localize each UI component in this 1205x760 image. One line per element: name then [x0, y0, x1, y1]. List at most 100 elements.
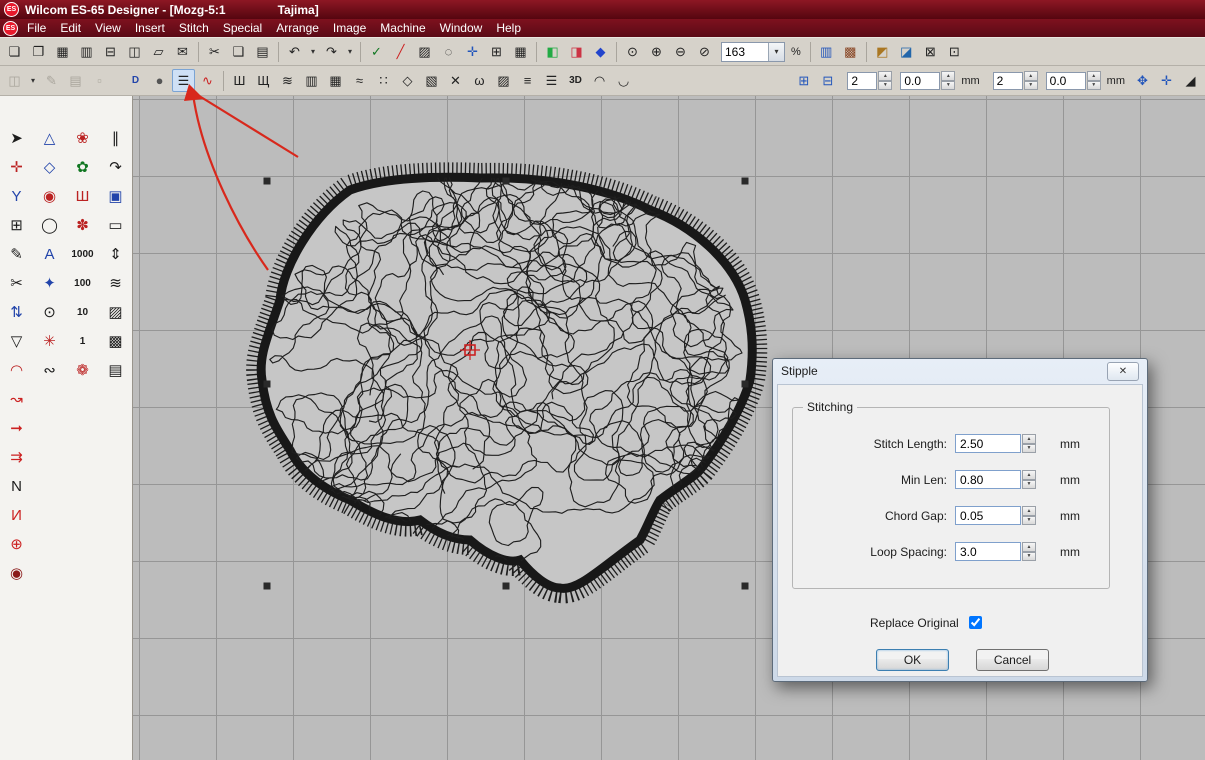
menu-item-insert[interactable]: Insert	[128, 20, 172, 36]
export-machine-file-button[interactable]: ▱	[147, 40, 170, 63]
hatch-tool[interactable]: ∥	[102, 126, 129, 151]
show-grid-button[interactable]: ▩	[839, 40, 862, 63]
zoom-out-button[interactable]: ⊖	[669, 40, 692, 63]
print-preview-button[interactable]: ◫	[123, 40, 146, 63]
menu-item-machine[interactable]: Machine	[373, 20, 432, 36]
chord-gap-spinner[interactable]: ▲ ▼	[1022, 506, 1036, 525]
outline-count-input[interactable]	[847, 72, 877, 90]
arch-distort-button[interactable]: ◠	[588, 69, 611, 92]
border-count-input[interactable]	[993, 72, 1023, 90]
placeholder-button[interactable]: ▫	[88, 69, 111, 92]
cut-button[interactable]: ✂	[203, 40, 226, 63]
stitch-length-100-tool[interactable]: 100	[69, 271, 96, 296]
selection-handle[interactable]	[264, 381, 271, 388]
menu-item-view[interactable]: View	[88, 20, 128, 36]
target-tool[interactable]: ◉	[36, 184, 63, 209]
color-film-tool[interactable]: ▣	[102, 184, 129, 209]
grid-reference-button[interactable]: ⊞	[485, 40, 508, 63]
satin-stitch-button[interactable]: ▨	[413, 40, 436, 63]
contour-fill-button[interactable]: ◇	[396, 69, 419, 92]
overview-window-button[interactable]: ▥	[815, 40, 838, 63]
exit-point-tool[interactable]: ◉	[3, 561, 30, 586]
satin-fill-button[interactable]: ▧	[420, 69, 443, 92]
double-run-tool[interactable]: ⇉	[3, 445, 30, 470]
zoom-input[interactable]	[722, 45, 768, 59]
dot-fill-button[interactable]: ∷	[372, 69, 395, 92]
edit-object-button[interactable]: ✎	[40, 69, 63, 92]
menu-item-window[interactable]: Window	[433, 20, 490, 36]
entry-point-tool[interactable]: ⊕	[3, 532, 30, 557]
confirm-button[interactable]: ✓	[365, 40, 388, 63]
save-design-button[interactable]: ▦	[51, 40, 74, 63]
close-icon[interactable]: ✕	[1107, 362, 1139, 381]
layered-lines-button[interactable]: ☰	[540, 69, 563, 92]
cancel-button[interactable]: Cancel	[976, 649, 1049, 671]
open-design-button[interactable]: ❐	[27, 40, 50, 63]
design-properties-button[interactable]: ◫	[3, 69, 26, 92]
ellipse-tool[interactable]: ◯	[36, 213, 63, 238]
crosshair-button[interactable]: ✛	[461, 40, 484, 63]
select-tool[interactable]: ➤	[3, 126, 30, 151]
selection-handle[interactable]	[503, 178, 510, 185]
dock-view-button[interactable]: ⊡	[943, 40, 966, 63]
n-stitch-tool[interactable]: Ν	[3, 474, 30, 499]
selection-handle[interactable]	[264, 178, 271, 185]
dialog-title-bar[interactable]: Stipple ✕	[773, 359, 1147, 383]
fringe-tool[interactable]: Ш	[69, 184, 96, 209]
grid-lock-button[interactable]: ⊟	[816, 69, 839, 92]
zoom-box-button[interactable]: ⊙	[621, 40, 644, 63]
line-fill-button[interactable]: ≡	[516, 69, 539, 92]
star-stitch-tool[interactable]: ✽	[69, 213, 96, 238]
ornament-tool[interactable]: ✦	[36, 271, 63, 296]
wave-effect-button[interactable]: ≋	[276, 69, 299, 92]
stitch-table-button[interactable]: ▦	[509, 40, 532, 63]
stitch-length-10-tool[interactable]: 10	[69, 300, 96, 325]
spin-down-icon[interactable]: ▼	[1087, 81, 1101, 91]
run-stitch-button[interactable]: ╱	[389, 40, 412, 63]
selection-handle[interactable]	[264, 583, 271, 590]
zoom-combo[interactable]: ▾	[721, 42, 785, 62]
background-color-button[interactable]: ◪	[895, 40, 918, 63]
flip-tool[interactable]: ⇅	[3, 300, 30, 325]
fill-a-tool[interactable]: ▨	[102, 300, 129, 325]
selection-handle[interactable]	[742, 381, 749, 388]
layers-tool[interactable]: ▤	[102, 358, 129, 383]
stipple-presets-button[interactable]: ☰	[172, 69, 195, 92]
zoom-dropdown-button[interactable]: ▾	[768, 43, 784, 61]
menu-item-edit[interactable]: Edit	[53, 20, 88, 36]
sag-distort-button[interactable]: ◡	[612, 69, 635, 92]
spin-up-icon[interactable]: ▲	[1022, 506, 1036, 516]
menu-item-image[interactable]: Image	[326, 20, 373, 36]
spin-up-icon[interactable]: ▲	[1022, 542, 1036, 552]
redo-dropdown-button[interactable]: ▾	[344, 40, 356, 63]
redo-button[interactable]: ↷	[320, 40, 343, 63]
menu-item-arrange[interactable]: Arrange	[269, 20, 326, 36]
stitch-length-spinner[interactable]: ▲ ▼	[1022, 434, 1036, 453]
spin-down-icon[interactable]: ▼	[878, 81, 892, 91]
new-design-button[interactable]: ❏	[3, 40, 26, 63]
pan-button[interactable]: ✥	[1131, 69, 1154, 92]
fringe-border-button[interactable]: Щ	[252, 69, 275, 92]
wedge-tool[interactable]: ▽	[3, 329, 30, 354]
curve-tool[interactable]: ◠	[3, 358, 30, 383]
branch-tool[interactable]: Y	[3, 184, 30, 209]
color-film-button[interactable]: ◧	[541, 40, 564, 63]
spin-down-icon[interactable]: ▼	[1022, 480, 1036, 490]
scissors-tool[interactable]: ✂	[3, 271, 30, 296]
lettering-tool[interactable]: A	[36, 242, 63, 267]
weave-fill-button[interactable]: ▦	[324, 69, 347, 92]
border-count-spin-buttons[interactable]: ▲ ▼	[1024, 71, 1038, 90]
loop-spacing-input[interactable]	[955, 542, 1021, 561]
zoom-previous-button[interactable]: ⊘	[693, 40, 716, 63]
spin-up-icon[interactable]: ▲	[1024, 71, 1038, 81]
border-offset-spin-buttons[interactable]: ▲ ▼	[1087, 71, 1101, 90]
spin-up-icon[interactable]: ▲	[878, 71, 892, 81]
spin-up-icon[interactable]: ▲	[1022, 470, 1036, 480]
spin-down-icon[interactable]: ▼	[941, 81, 955, 91]
selection-handle[interactable]	[742, 583, 749, 590]
print-button[interactable]: ⊟	[99, 40, 122, 63]
artistic-view-button[interactable]: ●	[148, 69, 171, 92]
menu-item-help[interactable]: Help	[489, 20, 528, 36]
copy-button[interactable]: ❑	[227, 40, 250, 63]
save-all-button[interactable]: ▥	[75, 40, 98, 63]
